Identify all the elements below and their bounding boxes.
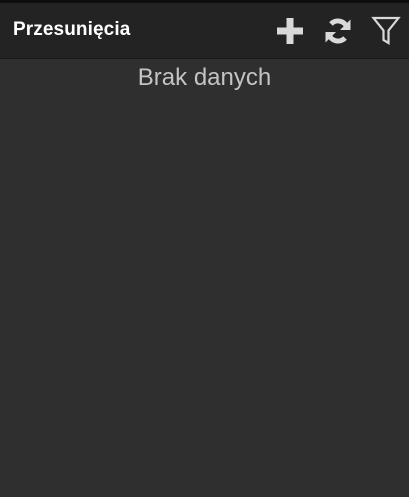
filter-icon <box>371 15 401 47</box>
page-title: Przesunięcia <box>13 19 131 40</box>
refresh-icon <box>323 16 353 46</box>
app-window: Przesunięcia Brak danych <box>0 0 409 497</box>
app-header: Przesunięcia <box>0 3 409 59</box>
plus-icon <box>275 16 305 46</box>
add-button[interactable] <box>273 14 307 48</box>
refresh-button[interactable] <box>321 14 355 48</box>
filter-button[interactable] <box>369 14 403 48</box>
empty-state-message: Brak danych <box>137 64 272 91</box>
